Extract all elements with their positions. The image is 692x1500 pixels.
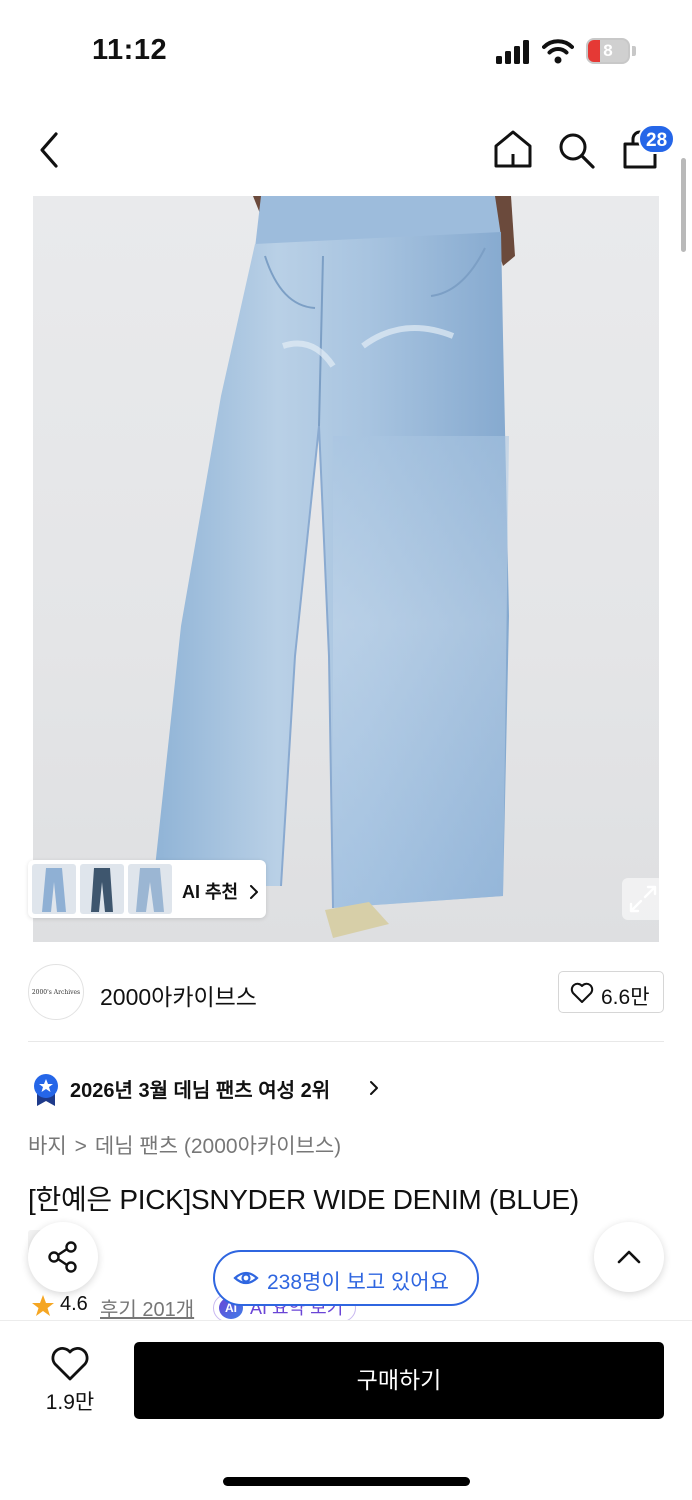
status-time: 11:12 [92,34,168,66]
breadcrumb-item[interactable]: 바지 [28,1135,67,1158]
buy-button[interactable]: 구매하기 [134,1342,664,1419]
recommend-thumbnail[interactable] [128,864,172,914]
heart-icon [570,982,594,1003]
like-count: 1.9만 [45,1391,95,1414]
ai-recommend-label: AI 추천 [182,878,259,904]
ai-recommend-button[interactable]: AI 추천 [28,860,266,918]
search-icon[interactable] [556,130,596,170]
scroll-to-top-button[interactable] [594,1222,664,1292]
wifi-icon [542,39,574,64]
divider [28,1041,664,1042]
jeans-illustration [153,196,515,938]
cart-count-badge: 28 [638,124,676,154]
chevron-right-icon [250,885,259,899]
status-bar: 11:12 8 [0,0,692,100]
product-title: [한예은 PICK]SNYDER WIDE DENIM (BLUE) [28,1184,579,1215]
scrollbar[interactable] [681,158,686,252]
reviews-link[interactable]: 후기 201개 [100,1293,194,1322]
cellular-signal-icon [496,40,529,64]
eye-icon [233,1271,259,1285]
star-icon [30,1293,56,1319]
brand-logo[interactable]: 2000's Archives [28,964,84,1020]
heart-icon[interactable] [50,1344,90,1382]
chevron-up-icon [617,1250,641,1264]
breadcrumb: 바지 > 데님 팬츠 (2000아카이브스) [28,1130,349,1160]
expand-image-icon[interactable] [622,878,664,920]
brand-favorite-count: 6.6만 [601,986,650,1009]
home-indicator[interactable] [223,1477,470,1486]
share-icon [48,1241,77,1273]
live-viewers-text: 238명이 보고 있어요 [267,1271,449,1294]
product-image[interactable] [33,196,659,942]
back-icon[interactable] [30,128,70,172]
breadcrumb-item[interactable]: 데님 팬츠 (2000아카이브스) [95,1135,341,1158]
brand-name[interactable]: 2000아카이브스 [100,978,257,1012]
recommend-thumbnail[interactable] [32,864,76,914]
ranking-link[interactable]: 2026년 3월 데님 팬츠 여성 2위 [70,1074,330,1103]
chevron-right-icon[interactable] [369,1080,379,1096]
battery-icon: 8 [586,38,630,64]
ranking-badge-icon [34,1074,58,1106]
breadcrumb-separator: > [74,1135,87,1158]
share-button[interactable] [28,1222,98,1292]
live-viewers-banner: 238명이 보고 있어요 [213,1250,479,1306]
battery-level: 8 [603,41,613,60]
recommend-thumbnail[interactable] [80,864,124,914]
brand-favorite-button[interactable]: 6.6만 [558,971,664,1013]
home-icon[interactable] [492,128,534,170]
rating-value: 4.6 [60,1293,88,1315]
